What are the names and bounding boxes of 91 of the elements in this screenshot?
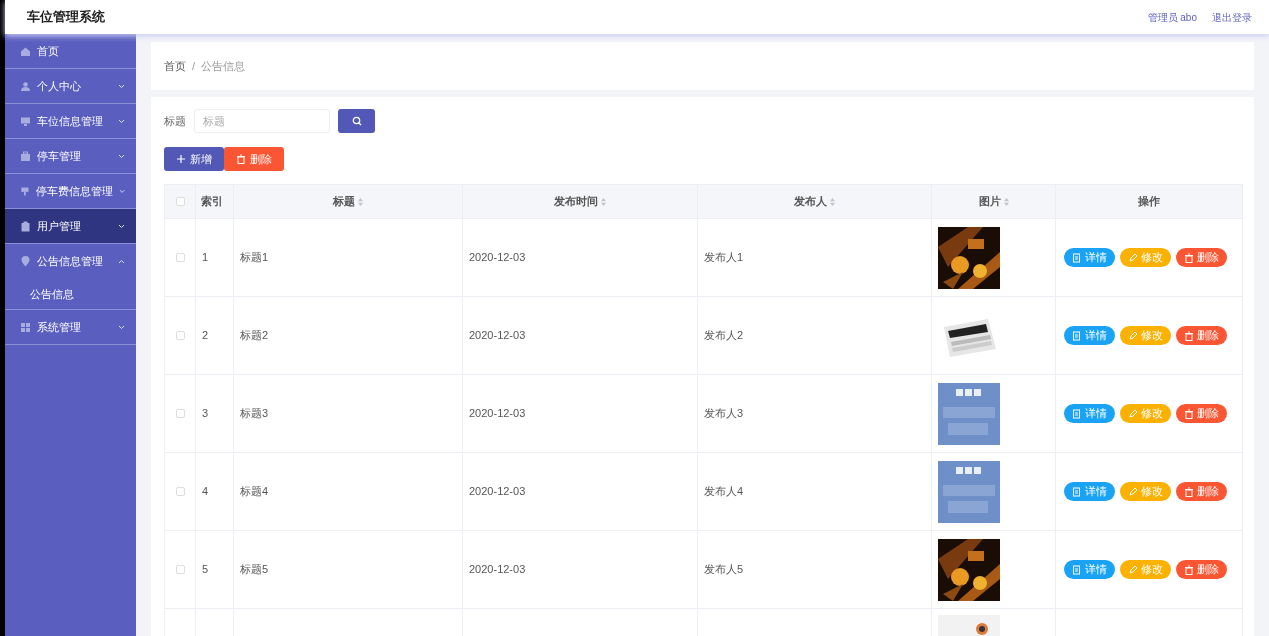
table-cell: 发布人2 xyxy=(704,329,744,342)
row-checkbox[interactable] xyxy=(175,409,185,418)
table-cell: 标题1 xyxy=(240,251,269,264)
pencil-icon xyxy=(1128,408,1138,419)
delete-button[interactable]: 删除 xyxy=(224,147,284,171)
delete-button[interactable]: 删除 xyxy=(1176,482,1227,501)
chevron-down-icon xyxy=(118,188,125,194)
clipboard-icon xyxy=(20,220,31,232)
row-checkbox[interactable] xyxy=(175,565,185,574)
delete-button[interactable]: 删除 xyxy=(1176,560,1227,579)
document-icon xyxy=(1072,330,1082,341)
table-cell: 发布人4 xyxy=(704,485,744,498)
table-cell: 发布人5 xyxy=(704,563,744,576)
chevron-up-icon xyxy=(118,259,125,264)
sort-icon[interactable] xyxy=(358,197,363,206)
details-button[interactable]: 详情 xyxy=(1064,326,1115,345)
table-cell: 标题4 xyxy=(240,485,269,498)
delete-button[interactable]: 删除 xyxy=(1176,404,1227,423)
chevron-down-icon xyxy=(118,153,125,159)
breadcrumb-link[interactable]: 首页 xyxy=(164,57,186,75)
column-header: 操作 xyxy=(1138,194,1160,210)
search-field[interactable]: 标题 xyxy=(194,109,330,133)
pencil-icon xyxy=(1128,330,1138,341)
plus-icon xyxy=(176,154,186,164)
table-cell: 发布人3 xyxy=(704,407,744,420)
pencil-icon xyxy=(1128,252,1138,263)
details-button[interactable]: 详情 xyxy=(1064,482,1115,501)
row-index: 3 xyxy=(202,407,209,420)
sort-icon[interactable] xyxy=(830,197,835,206)
row-index: 5 xyxy=(202,563,209,576)
grid-icon xyxy=(20,321,31,333)
add-button[interactable]: 新增 xyxy=(164,147,224,171)
row-index: 1 xyxy=(202,251,209,264)
person-icon xyxy=(20,80,31,92)
breadcrumb-current: 公告信息 xyxy=(201,58,246,74)
chevron-down-icon xyxy=(118,83,125,89)
table-cell: 2020-12-03 xyxy=(469,407,526,420)
document-icon xyxy=(1072,564,1082,575)
app-title: 车位管理系统 xyxy=(27,8,105,27)
column-header[interactable]: 图片 xyxy=(978,193,1009,210)
row-index: 4 xyxy=(202,485,209,498)
logout-link[interactable]: 退出登录 xyxy=(1212,9,1252,25)
table-cell: 标题3 xyxy=(240,407,269,420)
pencil-icon xyxy=(1128,486,1138,497)
details-button[interactable]: 详情 xyxy=(1064,248,1115,267)
select-all-checkbox[interactable] xyxy=(175,197,185,206)
column-header[interactable]: 发布时间 xyxy=(554,193,606,210)
row-index: 2 xyxy=(202,329,209,342)
document-icon xyxy=(1072,252,1082,263)
breadcrumb-separator: / xyxy=(192,58,196,74)
table-cell: 2020-12-03 xyxy=(469,485,526,498)
trash-icon xyxy=(236,154,246,164)
sort-icon[interactable] xyxy=(601,197,606,206)
search-button[interactable] xyxy=(338,109,375,133)
chevron-down-icon xyxy=(118,223,125,229)
table-cell: 标题5 xyxy=(240,563,269,576)
search-label: 标题 xyxy=(164,113,186,129)
column-header: 索引 xyxy=(201,194,223,210)
home-icon xyxy=(20,45,31,57)
sidebar-item[interactable]: 用户管理 xyxy=(5,209,136,244)
pencil-icon xyxy=(1128,564,1138,575)
monitor-icon xyxy=(20,115,31,127)
trash-icon xyxy=(1184,564,1194,575)
trash-icon xyxy=(1184,330,1194,341)
delete-button[interactable]: 删除 xyxy=(1176,248,1227,267)
column-header[interactable]: 标题 xyxy=(333,193,363,210)
row-checkbox[interactable] xyxy=(175,487,185,496)
cup-icon xyxy=(20,185,30,197)
document-icon xyxy=(1072,408,1082,419)
briefcase-icon xyxy=(20,150,31,162)
chevron-down-icon xyxy=(118,118,125,124)
trash-icon xyxy=(1184,486,1194,497)
details-button[interactable]: 详情 xyxy=(1064,404,1115,423)
row-checkbox[interactable] xyxy=(175,253,185,262)
user-name: 管理员 abo xyxy=(1147,10,1197,25)
sort-icon[interactable] xyxy=(1003,197,1009,206)
trash-icon xyxy=(1184,252,1194,263)
table-cell: 2020-12-03 xyxy=(469,563,526,576)
delete-button[interactable]: 删除 xyxy=(1176,326,1227,345)
chevron-down-icon xyxy=(118,324,125,330)
search-icon xyxy=(351,116,362,126)
table-cell: 标题2 xyxy=(240,329,269,342)
document-icon xyxy=(1072,486,1082,497)
row-checkbox[interactable] xyxy=(175,331,185,340)
table-cell: 2020-12-03 xyxy=(469,251,526,264)
trash-icon xyxy=(1184,408,1194,419)
table-cell: 2020-12-03 xyxy=(469,329,526,342)
details-button[interactable]: 详情 xyxy=(1064,560,1115,579)
location-pin-icon xyxy=(20,256,31,267)
table-cell: 发布人1 xyxy=(704,251,744,264)
column-header[interactable]: 发布人 xyxy=(794,193,835,210)
